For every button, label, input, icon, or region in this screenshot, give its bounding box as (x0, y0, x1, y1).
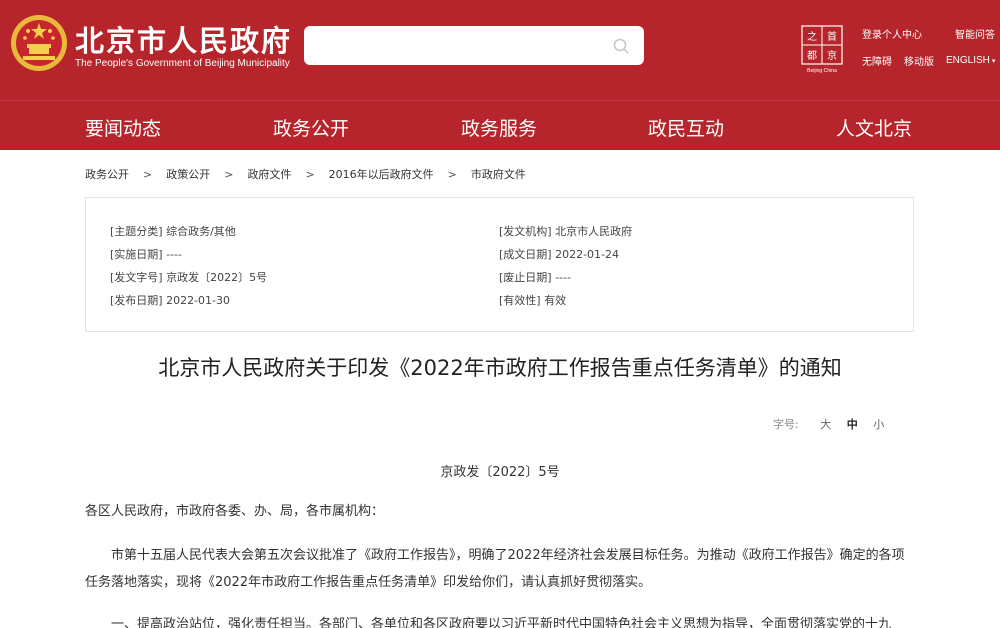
info-written-date: [成文日期] 2022-01-24 (499, 248, 620, 261)
document-number: 京政发〔2022〕5号 (440, 465, 560, 480)
breadcrumb-item[interactable]: 政府文件 (247, 166, 291, 182)
search-icon[interactable] (612, 37, 630, 55)
nav-item-news[interactable]: 要闻动态 (85, 114, 161, 141)
search-input[interactable] (304, 26, 644, 65)
svg-text:之: 之 (807, 30, 817, 43)
nav-item-interaction[interactable]: 政民互动 (648, 114, 724, 141)
document-info-panel: [主题分类] 综合政务/其他 [发文机构] 北京市人民政府 [实施日期] ---… (85, 197, 914, 332)
capital-logo-caption: Beijing·China (807, 68, 837, 74)
english-link[interactable]: ENGLISH ▾ (946, 55, 995, 66)
breadcrumb-item[interactable]: 2016年以后政府文件 (329, 166, 434, 182)
font-size-large-button[interactable]: 大 (820, 416, 831, 432)
font-size-small-button[interactable]: 小 (873, 416, 884, 432)
nav-item-services[interactable]: 政务服务 (461, 114, 537, 141)
breadcrumb-item[interactable]: 政务公开 (85, 166, 129, 182)
login-link[interactable]: 登录个人中心 (862, 26, 922, 41)
body-paragraph: 一、提高政治站位，强化责任担当。各部门、各单位和各区政府要以习近平新时代中国特色… (111, 617, 892, 628)
breadcrumb-item[interactable]: 政策公开 (166, 166, 210, 182)
info-publish-date: [发布日期] 2022-01-30 (110, 294, 231, 307)
english-link-label: ENGLISH (946, 55, 990, 66)
breadcrumb-separator: > (143, 168, 153, 181)
nav-item-culture[interactable]: 人文北京 (836, 114, 912, 141)
info-effective-date: [实施日期] ---- (110, 248, 182, 261)
svg-text:首: 首 (827, 30, 837, 43)
main-nav: 要闻动态 政务公开 政务服务 政民互动 人文北京 (0, 100, 1000, 150)
font-size-label: 字号: (773, 418, 799, 431)
info-issuer: [发文机构] 北京市人民政府 (499, 225, 633, 238)
breadcrumb: 政务公开 > 政策公开 > 政府文件 >2016年以后政府文件 > 市政府文件 (85, 166, 526, 182)
svg-text:京: 京 (827, 49, 837, 62)
body-paragraph: 市第十五届人民代表大会第五次会议批准了《政府工作报告》，明确了2022年经济社会… (85, 548, 905, 590)
breadcrumb-separator: > (447, 168, 457, 181)
site-header: 北京市人民政府 The People's Government of Beiji… (0, 0, 1000, 100)
breadcrumb-separator: > (224, 168, 234, 181)
salutation: 各区人民政府，市政府各委、办、局，各市属机构： (85, 504, 385, 519)
nav-item-gov-affairs[interactable]: 政务公开 (273, 114, 349, 141)
font-size-medium-button[interactable]: 中 (847, 416, 858, 432)
breadcrumb-item[interactable]: 市政府文件 (471, 166, 526, 182)
svg-text:都: 都 (807, 50, 817, 62)
capital-logo-icon[interactable]: 之 首 都 京 Beijing·China (800, 24, 844, 74)
mobile-version-link[interactable]: 移动版 (904, 53, 934, 68)
site-name-en[interactable]: The People's Government of Beijing Munic… (75, 58, 290, 69)
info-validity: [有效性] 有效 (499, 294, 567, 307)
chevron-down-icon: ▾ (991, 58, 996, 65)
breadcrumb-separator: > (305, 168, 315, 181)
info-doc-no: [发文字号] 京政发〔2022〕5号 (110, 271, 268, 284)
smart-qa-link[interactable]: 智能问答 (955, 26, 995, 41)
info-topic: [主题分类] 综合政务/其他 (110, 225, 236, 238)
document-title: 北京市人民政府关于印发《2022年市政府工作报告重点任务清单》的通知 (158, 356, 842, 380)
font-size-control: 字号: 大 中 小 (773, 416, 884, 432)
info-repeal-date: [废止日期] ---- (499, 271, 571, 284)
site-name-cn[interactable]: 北京市人民政府 (75, 18, 292, 60)
accessibility-link[interactable]: 无障碍 (862, 53, 892, 68)
national-emblem-icon[interactable] (10, 14, 68, 72)
